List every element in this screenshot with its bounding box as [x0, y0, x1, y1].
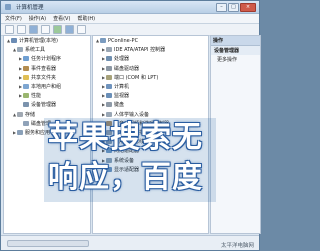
device-label: 磁盘驱动器: [114, 65, 140, 72]
refresh-button[interactable]: [77, 25, 86, 34]
maximize-button[interactable]: □: [228, 3, 239, 12]
device-label: IDE ATA/ATAPI 控制器: [114, 47, 166, 54]
device-item[interactable]: ▲ PConline-PC: [93, 36, 208, 45]
device-item[interactable]: ▶ 端口 (COM 和 LPT): [93, 73, 208, 82]
console-tree-label: 事件查看器: [31, 65, 57, 72]
tree-node-icon: [23, 93, 29, 99]
more-actions-link[interactable]: 更多操作: [211, 55, 260, 64]
forward-button[interactable]: [17, 25, 26, 34]
device-label: PConline-PC: [108, 37, 139, 44]
headline-line-2: 响应，百度: [48, 160, 203, 195]
console-tree-item[interactable]: ▶ 本地用户和组: [4, 82, 90, 91]
tree-node-icon: [17, 111, 23, 117]
console-tree-item[interactable]: ▲ 计算机管理(本地): [4, 36, 90, 45]
tree-node-icon: [17, 47, 23, 53]
properties-button[interactable]: [53, 25, 62, 34]
tree-node-icon: [106, 102, 112, 108]
menu-bar: 文件(F) 操作(A) 查看(V) 帮助(H): [1, 14, 259, 24]
console-tree-item[interactable]: ▶ 任务计划程序: [4, 54, 90, 63]
device-item[interactable]: ▶ 监视器: [93, 91, 208, 100]
tree-node-icon: [106, 65, 112, 71]
console-tree-label: 共享文件夹: [31, 74, 57, 81]
tree-node-icon: [23, 56, 29, 62]
tree-node-icon: [23, 74, 29, 80]
tree-node-icon: [106, 93, 112, 99]
tree-node-icon: [11, 38, 17, 44]
console-tree-item[interactable]: 设备管理器: [4, 100, 90, 109]
actions-header: 操作: [211, 36, 260, 46]
console-tree-label: 计算机管理(本地): [19, 38, 58, 45]
tree-node-icon: [106, 56, 112, 62]
computer-management-icon: [5, 4, 11, 10]
tree-node-icon: [23, 102, 29, 108]
headline-overlay: 苹果搜索无 响应，百度: [48, 118, 218, 198]
menu-view[interactable]: 查看(V): [53, 15, 70, 22]
tree-node-icon: [100, 38, 106, 44]
console-tree-label: 本地用户和组: [31, 84, 62, 91]
console-tree-item[interactable]: ▶ 共享文件夹: [4, 73, 90, 82]
console-tree-label: 设备管理器: [31, 102, 57, 109]
headline-line-1: 苹果搜索无: [48, 120, 203, 155]
device-label: 监视器: [114, 93, 130, 100]
console-tree-item[interactable]: ▲ 系统工具: [4, 45, 90, 54]
tree-node-icon: [106, 74, 112, 80]
console-tree-label: 性能: [31, 93, 42, 100]
device-label: 人体学输入设备: [114, 111, 150, 118]
title-bar[interactable]: 计算机管理 – □ ×: [1, 1, 259, 14]
tree-node-icon: [106, 84, 112, 90]
show-hide-tree-button[interactable]: [41, 25, 50, 34]
console-tree-label: 任务计划程序: [31, 56, 62, 63]
device-label: 键盘: [114, 102, 125, 109]
device-item[interactable]: ▶ IDE ATA/ATAPI 控制器: [93, 45, 208, 54]
menu-help[interactable]: 帮助(H): [77, 15, 95, 22]
menu-file[interactable]: 文件(F): [5, 15, 22, 22]
help-button[interactable]: [65, 25, 74, 34]
device-label: 计算机: [114, 84, 130, 91]
watermark: 太平洋电脑网: [220, 243, 254, 249]
console-tree-label: 系统工具: [25, 47, 46, 54]
tree-node-icon: [17, 129, 23, 135]
menu-action[interactable]: 操作(A): [29, 15, 46, 22]
close-button[interactable]: ×: [240, 3, 256, 12]
horizontal-scrollbar[interactable]: [7, 240, 89, 247]
tree-node-icon: [23, 65, 29, 71]
device-item[interactable]: ▶ 处理器: [93, 54, 208, 63]
console-tree-item[interactable]: ▶ 性能: [4, 91, 90, 100]
console-tree-label: 存储: [25, 111, 36, 118]
tree-node-icon: [23, 84, 29, 90]
device-item[interactable]: ▶ 计算机: [93, 82, 208, 91]
back-button[interactable]: [5, 25, 14, 34]
up-button[interactable]: [29, 25, 38, 34]
actions-section-device-manager[interactable]: 设备管理器: [211, 46, 260, 55]
window-title: 计算机管理: [16, 5, 44, 11]
device-label: 端口 (COM 和 LPT): [114, 74, 159, 81]
tree-node-icon: [106, 111, 112, 117]
console-tree-item[interactable]: ▶ 事件查看器: [4, 64, 90, 73]
tree-node-icon: [106, 47, 112, 53]
device-item[interactable]: ▶ 磁盘驱动器: [93, 64, 208, 73]
device-item[interactable]: ▶ 键盘: [93, 100, 208, 109]
minimize-button[interactable]: –: [216, 3, 227, 12]
tree-node-icon: [23, 120, 29, 126]
device-label: 处理器: [114, 56, 130, 63]
